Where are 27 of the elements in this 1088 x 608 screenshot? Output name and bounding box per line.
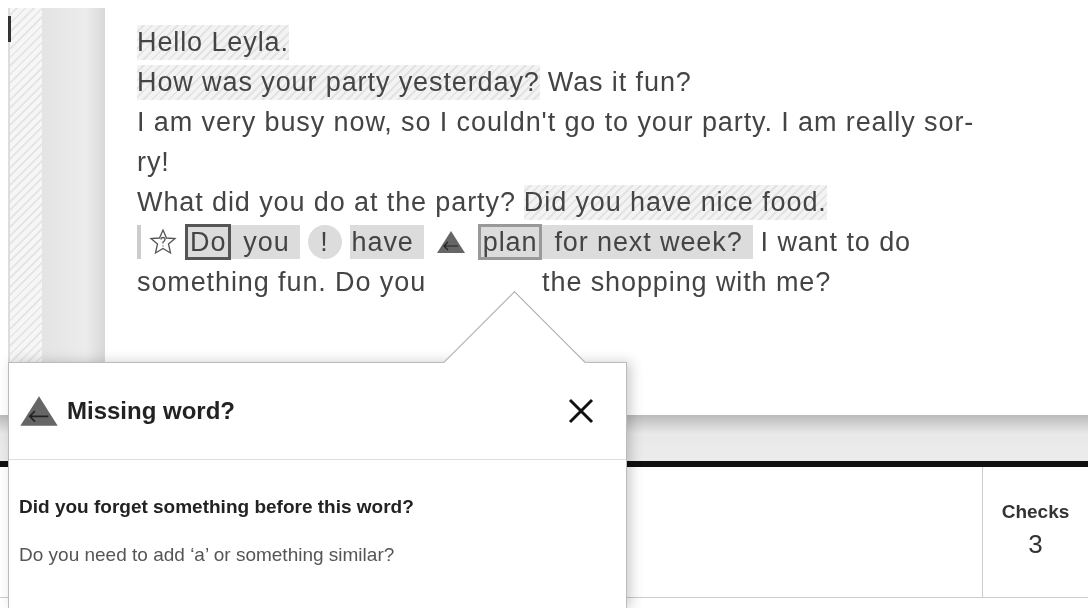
text-run: I am very busy now, so I couldn't go to your party. I am really sor-	[137, 105, 975, 139]
cursor-mark	[8, 16, 11, 42]
hint-text: Do you need to add ‘a’ or something similar?	[19, 544, 396, 566]
popup-title: Missing word?	[67, 397, 236, 425]
highlighted-text[interactable]: Hello Leyla.	[137, 24, 289, 60]
margin-bar	[137, 225, 141, 259]
star-icon	[149, 228, 177, 256]
text-run: Was it fun?	[547, 65, 692, 99]
text-run: What did you do at the party?	[137, 185, 516, 219]
word[interactable]: for next week?	[552, 227, 745, 257]
highlighted-text[interactable]: How was your party yesterday?	[137, 64, 540, 100]
stat-label: Checks	[1001, 501, 1070, 523]
text-run: I want to do	[760, 225, 911, 259]
word[interactable]: have	[349, 227, 416, 257]
text-run: something fun. Do you	[137, 265, 427, 299]
highlighted-text[interactable]: Did you have nice food.	[523, 184, 827, 220]
close-icon[interactable]	[566, 396, 596, 426]
flagged-word[interactable]: Do	[185, 224, 232, 260]
text-run: ry!	[137, 145, 170, 179]
flagged-word[interactable]: plan	[477, 224, 543, 260]
question-text: Did you forget something before this word?	[19, 496, 415, 518]
alert-marker[interactable]: !	[307, 225, 342, 259]
word[interactable]: you	[241, 227, 292, 257]
stat-value: 3	[1028, 529, 1043, 560]
warning-triangle-icon	[435, 230, 466, 254]
text-run: the shopping with me?	[542, 265, 832, 299]
warning-triangle-icon	[19, 394, 59, 428]
